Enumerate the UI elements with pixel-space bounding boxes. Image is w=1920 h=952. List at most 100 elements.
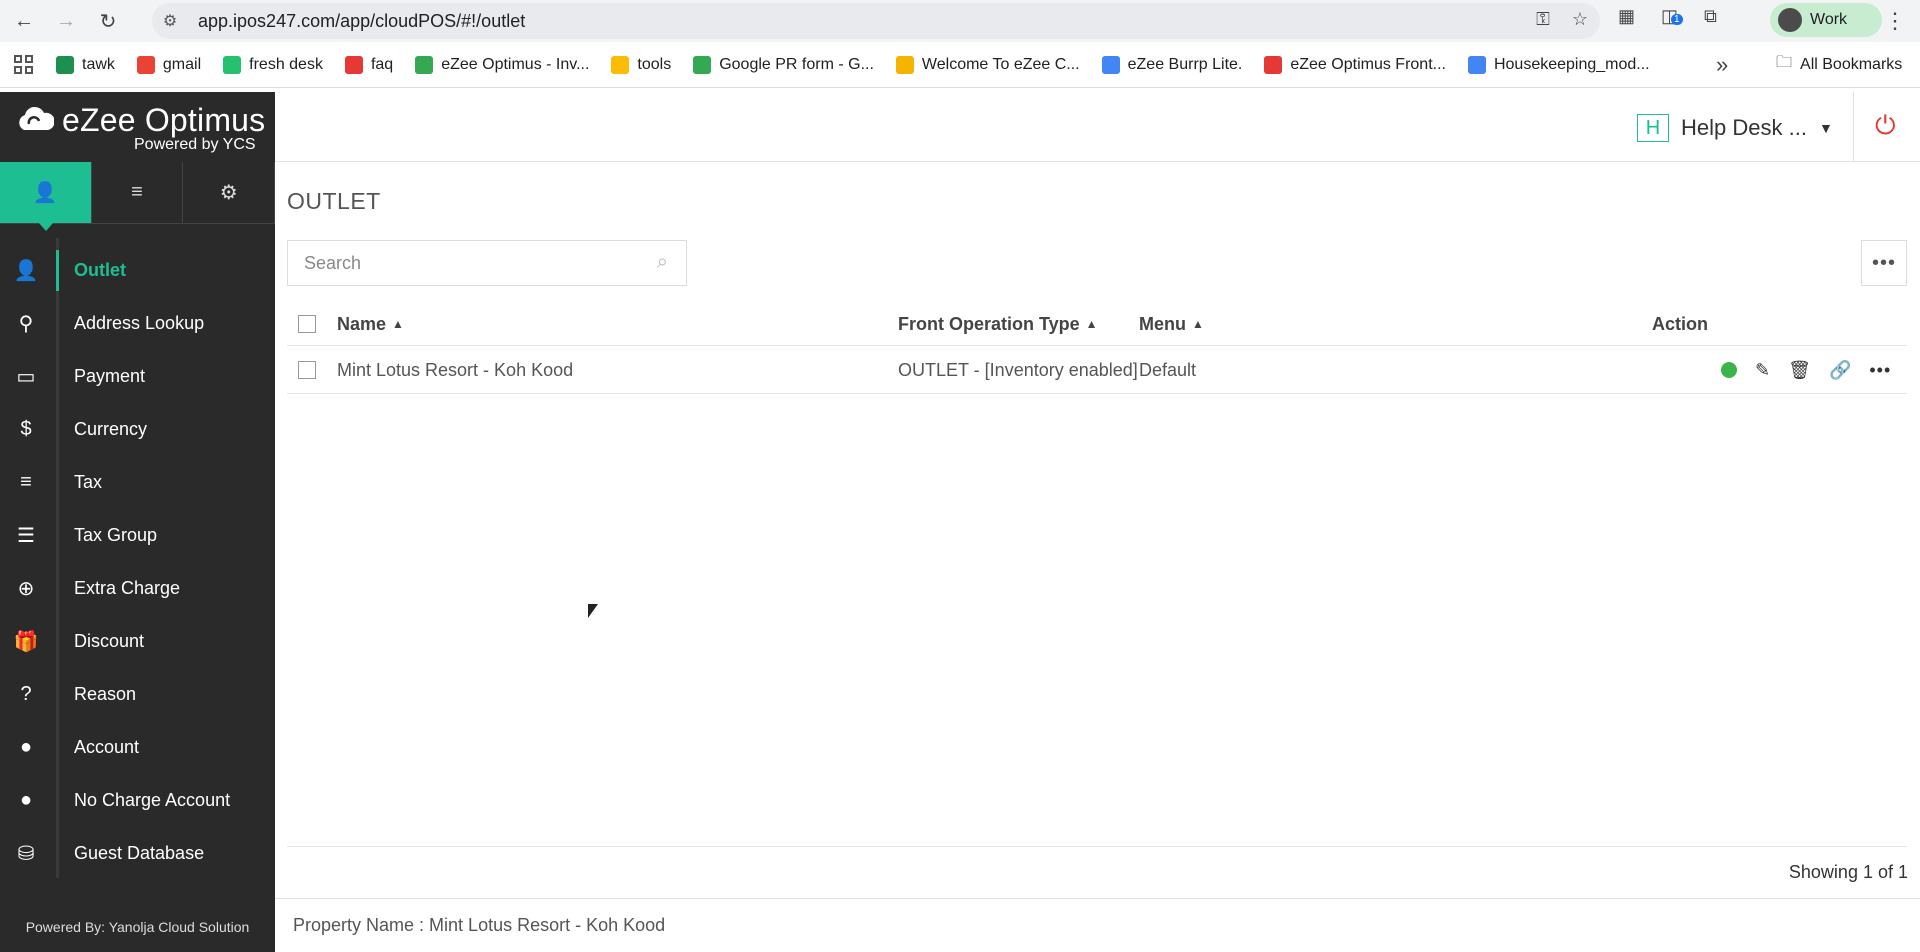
table-header: Name ▲ Front Operation Type ▲ Menu ▲ Action	[287, 302, 1907, 346]
search-input[interactable]: Search ⌕	[287, 240, 687, 286]
bookmark-favicon-icon	[611, 55, 630, 74]
user-icon: 👤	[13, 260, 39, 282]
logo-title: eZee Optimus	[62, 102, 266, 138]
bookmarks-overflow-icon[interactable]: »	[1716, 52, 1728, 78]
question-circle-icon: ?	[20, 683, 32, 705]
hamburger-icon: ≡	[131, 181, 143, 203]
hotel-selector[interactable]: H Help Desk ... ▼	[1637, 114, 1833, 142]
row-more-icon[interactable]: •••	[1869, 360, 1891, 381]
table-row[interactable]: Mint Lotus Resort - Koh Kood OUTLET - [I…	[287, 348, 1907, 394]
power-icon[interactable]: ⏻	[1875, 110, 1907, 142]
delete-trash-icon[interactable]: 🗑	[1788, 360, 1811, 381]
tab-menu[interactable]: ≡	[92, 162, 184, 223]
chevron-down-icon: ▼	[1818, 120, 1833, 136]
forward-icon[interactable]: →	[48, 3, 84, 39]
powered-by: Powered By: Yanolja Cloud Solution	[0, 902, 275, 952]
bookmark-item[interactable]: tools	[611, 55, 672, 74]
search-icon[interactable]: ⌕	[657, 251, 668, 274]
sort-up-icon: ▲	[1085, 317, 1098, 331]
sidebar-tabs: 👤 ≡ ⚙	[0, 162, 276, 231]
back-icon[interactable]: ←	[6, 3, 42, 39]
tab-settings[interactable]: ⚙	[183, 162, 276, 223]
bookmark-label: eZee Burrp Lite.	[1127, 55, 1243, 73]
column-name[interactable]: Name ▲	[337, 302, 404, 346]
bookmark-favicon-icon	[56, 55, 74, 74]
url-text[interactable]: app.ipos247.com/app/cloudPOS/#!/outlet	[198, 11, 525, 32]
sidebar-item-no-charge-account[interactable]: ● No Charge Account	[0, 774, 275, 827]
dollar-icon: $	[20, 418, 32, 440]
tab-user[interactable]: 👤	[0, 162, 92, 231]
bookmark-favicon-icon	[1101, 55, 1120, 74]
sidebar-item-tax[interactable]: ≡ Tax	[0, 456, 275, 509]
bookmark-item[interactable]: eZee Burrp Lite.	[1101, 55, 1243, 74]
more-options-button[interactable]: •••	[1861, 240, 1907, 286]
sidebar-item-extra-charge[interactable]: ⊕ Extra Charge	[0, 562, 275, 615]
bookmark-item[interactable]: eZee Optimus - Inv...	[415, 55, 589, 74]
row-front-operation: OUTLET - [Inventory enabled]	[898, 359, 1138, 380]
bookmark-item[interactable]: tawk	[56, 55, 115, 74]
row-actions: ✎ 🗑 🔗 •••	[1721, 348, 1891, 392]
sidebar-item-address-lookup[interactable]: ⚲ Address Lookup	[0, 297, 275, 350]
bookmark-item[interactable]: Google PR form - G...	[693, 55, 874, 74]
avatar	[1778, 8, 1802, 32]
gear-icon: ⚙	[219, 182, 238, 204]
hotel-name: Help Desk ...	[1681, 115, 1807, 140]
column-menu[interactable]: Menu ▲	[1139, 302, 1204, 346]
bookmark-item[interactable]: fresh desk	[223, 55, 323, 74]
mouse-cursor-icon	[588, 604, 598, 618]
address-bar[interactable]: ⚙ app.ipos247.com/app/cloudPOS/#!/outlet…	[152, 3, 1600, 39]
link-icon[interactable]: 🔗	[1829, 360, 1851, 381]
row-checkbox[interactable]	[298, 361, 316, 379]
bookmark-favicon-icon	[693, 55, 712, 74]
apps-grid-icon[interactable]	[14, 54, 34, 75]
reload-icon[interactable]: ↻	[90, 3, 126, 39]
sidebar-item-outlet[interactable]: 👤 Outlet	[0, 244, 275, 297]
profile-button[interactable]: Work	[1770, 3, 1882, 37]
bookmark-item[interactable]: Welcome To eZee C...	[895, 55, 1080, 74]
bookmark-item[interactable]: eZee Optimus Front...	[1264, 55, 1446, 74]
column-front-operation[interactable]: Front Operation Type ▲	[898, 302, 1098, 346]
bookmark-label: tools	[637, 55, 672, 73]
sidebar-item-discount[interactable]: 🎁 Discount	[0, 615, 275, 668]
extension-badge-icon[interactable]: ◫ 1	[1661, 6, 1683, 27]
bookmark-item[interactable]: gmail	[136, 55, 202, 74]
sidebar-item-payment[interactable]: ▭ Payment	[0, 350, 275, 403]
sidebar-item-tax-group[interactable]: ☰ Tax Group	[0, 509, 275, 562]
bookmark-label: fresh desk	[249, 55, 323, 73]
bookmark-label: Google PR form - G...	[719, 55, 874, 73]
bookmark-favicon-icon	[1467, 55, 1486, 74]
plus-circle-icon: ⊕	[17, 578, 35, 600]
bookmark-favicon-icon	[895, 55, 914, 74]
app-header: H Help Desk ... ▼ ⏻	[275, 92, 1920, 162]
select-all-checkbox[interactable]	[298, 315, 316, 333]
sidebar-menu: 👤 Outlet ⚲ Address Lookup ▭ Payment $ Currency ≡…	[0, 224, 275, 880]
sidebar-item-guest-database[interactable]: ⛁ Guest Database	[0, 827, 275, 880]
cloud-logo-icon	[19, 106, 54, 130]
all-bookmarks-button[interactable]: 🗀 All Bookmarks	[1776, 51, 1902, 78]
bookmark-star-icon[interactable]: ☆	[1572, 9, 1588, 30]
password-key-icon[interactable]: ⚿	[1536, 9, 1550, 30]
sidebar-item-label: Account	[74, 737, 140, 757]
gift-icon: 🎁	[13, 631, 39, 653]
status-active-icon[interactable]	[1721, 362, 1737, 378]
browser-menu-icon[interactable]: ⋮	[1884, 8, 1906, 34]
bookmark-label: gmail	[162, 55, 202, 73]
sidebar-item-account[interactable]: ● Account	[0, 721, 275, 774]
bookmark-item[interactable]: faq	[344, 55, 393, 74]
edit-pencil-icon[interactable]: ✎	[1755, 360, 1770, 381]
qr-code-icon[interactable]: ▦	[1618, 6, 1635, 27]
column-name-label: Name	[337, 313, 387, 334]
bookmark-item[interactable]: Housekeeping_mod...	[1467, 55, 1650, 74]
sidebar-item-currency[interactable]: $ Currency	[0, 403, 275, 456]
sidebar-item-label: Outlet	[74, 260, 126, 280]
bookmark-label: tawk	[82, 55, 115, 73]
app-logo: eZee Optimus Powered by YCS	[0, 92, 275, 162]
extensions-puzzle-icon[interactable]: ⧉	[1704, 6, 1717, 27]
sort-up-icon: ▲	[392, 317, 404, 331]
search-placeholder: Search	[304, 252, 362, 273]
sidebar-item-label: Guest Database	[74, 843, 205, 863]
site-settings-icon[interactable]: ⚙	[152, 11, 188, 31]
bookmark-favicon-icon	[136, 55, 155, 74]
sidebar-item-reason[interactable]: ? Reason	[0, 668, 275, 721]
sidebar-item-label: Payment	[74, 366, 146, 386]
